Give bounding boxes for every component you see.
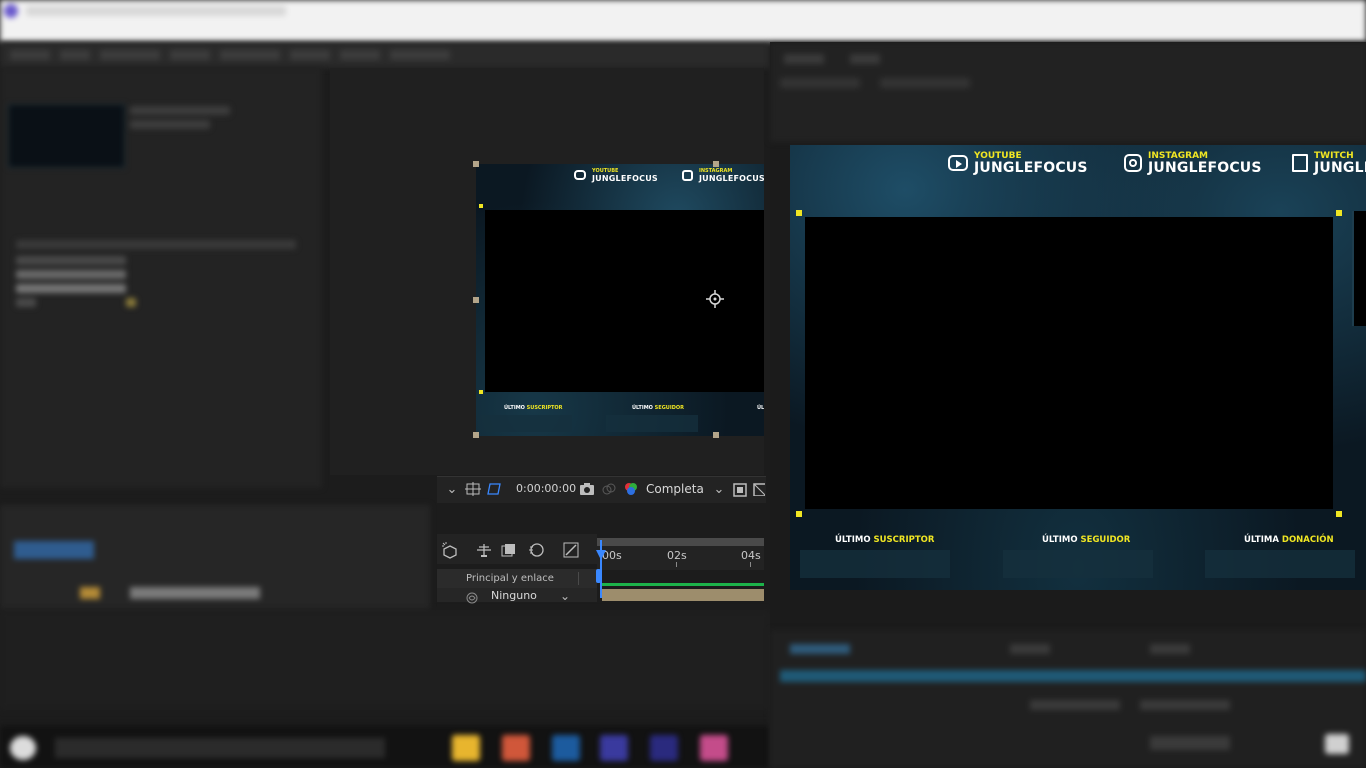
frame-blending-icon[interactable] (501, 542, 517, 558)
info-box (1003, 550, 1153, 578)
social-handle: JUNGLEFOCUS (974, 160, 1088, 176)
taskbar-premiere-icon[interactable] (650, 735, 678, 761)
transform-handle[interactable] (713, 432, 719, 438)
social-handle: JUNGLEFOCUS (1148, 160, 1262, 176)
youtube-icon (574, 170, 586, 180)
comp-mini-flowchart-icon[interactable] (441, 541, 459, 559)
corner-marker (1336, 210, 1342, 216)
lower-panel (0, 610, 770, 710)
composition-preview-large[interactable]: YOUTUBE JUNGLEFOCUS INSTAGRAM JUNGLEFOCU… (790, 145, 1366, 590)
ruler-label: 02s (667, 549, 687, 562)
parent-dropdown[interactable]: Ninguno (491, 589, 537, 602)
current-time-display[interactable]: 0:00:00:00 (510, 479, 580, 499)
snapshot-camera-icon[interactable] (579, 481, 595, 497)
camera-screen (805, 217, 1333, 509)
social-instagram: INSTAGRAM JUNGLEFOCUS (1124, 151, 1262, 175)
draft-3d-icon[interactable] (475, 542, 493, 558)
social-handle: JUNGLE (1314, 160, 1366, 176)
magnification-chevron-down-icon[interactable]: ⌄ (444, 482, 460, 498)
layer-duration-bar[interactable] (602, 589, 764, 601)
window-title (26, 6, 286, 16)
transform-handle[interactable] (473, 297, 479, 303)
taskbar-file-explorer-icon[interactable] (452, 735, 480, 761)
info-box (1205, 550, 1355, 578)
region-of-interest-icon[interactable] (733, 482, 747, 497)
motion-blur-icon[interactable] (528, 542, 544, 558)
latest-subscriber-label: ÚLTIMO SUSCRIPTOR (504, 405, 563, 411)
show-snapshot-icon[interactable] (601, 481, 617, 497)
corner-marker (796, 511, 802, 517)
mask-visibility-icon[interactable] (487, 481, 503, 497)
taskbar-photoshop-icon[interactable] (552, 735, 580, 761)
youtube-icon (948, 155, 968, 171)
title-bar (0, 0, 1366, 42)
preview-window-footer (770, 630, 1366, 768)
corner-marker (1336, 511, 1342, 517)
app-icon (4, 4, 18, 18)
menu-bar (0, 42, 770, 68)
side-screen (1352, 211, 1366, 326)
ruler-label: 04s (741, 549, 761, 562)
social-instagram-small: INSTAGRAM JUNGLEFOCUS (682, 168, 764, 183)
render-bar (602, 583, 764, 586)
work-area-bar[interactable] (597, 538, 764, 546)
instagram-icon (1124, 154, 1142, 172)
parent-link-column-label: Principal y enlace (466, 573, 554, 584)
taskbar-after-effects-icon[interactable] (600, 735, 628, 761)
latest-follower-label: ÚLTIMO SEGUIDOR (632, 405, 684, 411)
channel-color-icon[interactable] (623, 481, 639, 497)
grid-guides-icon[interactable] (465, 481, 481, 497)
corner-marker (479, 390, 483, 394)
transform-handle[interactable] (473, 161, 479, 167)
anchor-point-icon[interactable] (706, 290, 724, 308)
pick-whip-icon[interactable] (466, 589, 478, 604)
info-box (480, 415, 572, 432)
transform-handle[interactable] (473, 432, 479, 438)
info-box (800, 550, 950, 578)
resolution-chevron-down-icon[interactable]: ⌄ (712, 482, 726, 498)
social-youtube: YOUTUBE JUNGLEFOCUS (948, 151, 1088, 175)
project-thumbnail (8, 104, 125, 168)
transparency-grid-icon[interactable] (753, 482, 765, 496)
latest-subscriber-label: ÚLTIMO SUSCRIPTOR (835, 535, 935, 545)
taskbar-browser-icon[interactable] (700, 735, 728, 761)
graph-editor-icon[interactable] (562, 541, 580, 559)
corner-marker (479, 204, 483, 208)
latest-follower-label: ÚLTIMO SEGUIDOR (1042, 535, 1131, 545)
instagram-icon (682, 169, 693, 181)
work-area-start[interactable] (596, 569, 601, 583)
parent-chevron-down-icon[interactable]: ⌄ (558, 588, 572, 604)
twitch-icon (1292, 154, 1308, 172)
effects-panel (0, 505, 430, 610)
taskbar-chrome-icon[interactable] (502, 735, 530, 761)
social-handle: JUNGLEFOCUS (592, 174, 658, 183)
transform-handle[interactable] (713, 161, 719, 167)
info-box (606, 415, 698, 432)
latest-donation-label: ÚLTIMA DONACIÓN (1244, 535, 1334, 545)
preview-window-header (770, 42, 1366, 142)
playhead-marker[interactable] (596, 550, 606, 560)
social-youtube-small: YOUTUBE JUNGLEFOCUS (574, 168, 658, 183)
social-twitch: TWITCH JUNGLE (1292, 151, 1366, 175)
social-handle: JUNGLEFOCUS (699, 174, 764, 183)
latest-donation-label-cut: ÚL (757, 405, 764, 411)
corner-marker (796, 210, 802, 216)
